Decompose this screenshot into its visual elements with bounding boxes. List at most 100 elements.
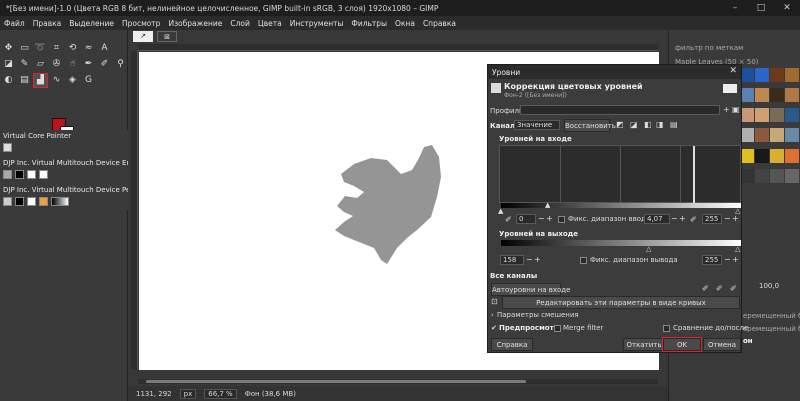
- brush-thumb[interactable]: [770, 68, 784, 82]
- brush-thumb[interactable]: [755, 108, 769, 123]
- menu-image[interactable]: Изображение: [168, 19, 222, 28]
- unified-transform-tool-icon[interactable]: ⟲: [66, 42, 79, 55]
- menu-view[interactable]: Просмотр: [122, 19, 161, 28]
- blending-options-expander[interactable]: Параметры смешения: [497, 311, 579, 319]
- input-low-decrement[interactable]: −: [538, 214, 545, 223]
- linear-histogram-icon[interactable]: ◩: [616, 120, 624, 129]
- brush-thumb[interactable]: [785, 168, 799, 183]
- dialog-close-icon[interactable]: ✕: [729, 66, 737, 76]
- output-low-slider[interactable]: △: [646, 245, 651, 253]
- channel-select[interactable]: Значение: [514, 120, 560, 130]
- output-high-increment[interactable]: +: [732, 255, 739, 264]
- brush-thumb[interactable]: [755, 148, 769, 163]
- input-low-field[interactable]: 0: [516, 214, 536, 224]
- blending-expander-icon[interactable]: ›: [491, 311, 494, 319]
- brush-thumb[interactable]: [755, 168, 769, 183]
- gamma-increment[interactable]: +: [679, 214, 686, 223]
- edit-as-curves-button[interactable]: Редактировать эти параметры в виде кривы…: [502, 296, 740, 309]
- image-tab-2[interactable]: ⊠: [157, 31, 177, 42]
- histogram-view-icon[interactable]: ▤: [670, 120, 678, 129]
- brush-thumb[interactable]: [755, 88, 769, 103]
- threshold-icon[interactable]: ▤: [18, 74, 31, 87]
- brush-thumb[interactable]: [785, 108, 799, 123]
- preview-checkbox[interactable]: ✔: [491, 324, 497, 332]
- brush-thumb[interactable]: [740, 88, 754, 103]
- maximize-button[interactable]: □: [748, 3, 774, 13]
- layer-row-3[interactable]: он: [743, 337, 753, 345]
- brush-thumb[interactable]: [785, 88, 799, 103]
- horizontal-scrollbar[interactable]: [138, 379, 658, 384]
- warp-tool-icon[interactable]: ≈: [82, 42, 95, 55]
- menu-colors[interactable]: Цвета: [258, 19, 282, 28]
- brush-thumb[interactable]: [785, 148, 799, 163]
- merge-filter-checkbox[interactable]: [554, 325, 561, 332]
- brush-thumb[interactable]: [755, 68, 769, 82]
- layer-row-2[interactable]: еремещенный бу: [743, 325, 800, 333]
- curves-tool-icon[interactable]: ∿: [50, 74, 63, 87]
- paths-tool-icon[interactable]: ✒: [82, 58, 95, 71]
- zoom-select[interactable]: 66,7 %: [204, 388, 237, 399]
- pick-black-icon[interactable]: ✐: [702, 284, 709, 293]
- image-tab-1[interactable]: ↗: [133, 31, 153, 42]
- output-low-increment[interactable]: +: [534, 255, 541, 264]
- hue-saturation-icon[interactable]: ◈: [66, 74, 79, 87]
- unit-select[interactable]: px: [179, 388, 197, 399]
- rect-select-tool-icon[interactable]: ▭: [18, 42, 31, 55]
- reset-button[interactable]: Откатить: [623, 338, 665, 351]
- picker-black-icon[interactable]: ◧: [644, 120, 652, 129]
- brush-thumb[interactable]: [740, 108, 754, 123]
- clone-tool-icon[interactable]: ✇: [50, 58, 63, 71]
- clamp-output-checkbox[interactable]: [580, 257, 587, 264]
- menu-tools[interactable]: Инструменты: [290, 19, 344, 28]
- auto-input-button[interactable]: Автоуровни на входе: [491, 283, 570, 296]
- add-preset-icon[interactable]: +: [723, 105, 730, 114]
- brush-thumb[interactable]: [770, 88, 784, 103]
- input-high-increment[interactable]: +: [732, 214, 739, 223]
- brush-thumb[interactable]: [740, 148, 754, 163]
- menu-layer[interactable]: Слой: [230, 19, 250, 28]
- scrollbar-thumb[interactable]: [146, 380, 526, 383]
- eraser-tool-icon[interactable]: ▱: [34, 58, 47, 71]
- minimize-button[interactable]: –: [722, 3, 748, 13]
- menu-edit[interactable]: Правка: [33, 19, 62, 28]
- lasso-tool-icon[interactable]: ➰: [34, 42, 47, 55]
- output-low-field[interactable]: 158: [500, 255, 524, 265]
- cancel-button[interactable]: Отмена: [703, 338, 741, 351]
- menu-filters[interactable]: Фильтры: [351, 19, 387, 28]
- reset-channel-button[interactable]: Восстановить: [564, 119, 616, 132]
- bucket-fill-tool-icon[interactable]: ◪: [2, 58, 15, 71]
- split-view-checkbox[interactable]: [663, 325, 670, 332]
- layer-row-1[interactable]: еремещенный бу: [743, 312, 800, 320]
- close-button[interactable]: ✕: [774, 3, 800, 13]
- output-high-decrement[interactable]: −: [724, 255, 731, 264]
- output-low-decrement[interactable]: −: [526, 255, 533, 264]
- text-tool-icon[interactable]: A: [98, 42, 111, 55]
- input-low-increment[interactable]: +: [546, 214, 553, 223]
- menu-select[interactable]: Выделение: [69, 19, 114, 28]
- picker-gray-icon[interactable]: ◨: [656, 120, 664, 129]
- brush-thumb[interactable]: [740, 128, 754, 143]
- brush-thumb[interactable]: [770, 148, 784, 163]
- pick-white-icon[interactable]: ✐: [730, 284, 737, 293]
- color-balance-icon[interactable]: ◐: [2, 74, 15, 87]
- brush-thumb[interactable]: [740, 68, 754, 82]
- brush-thumb[interactable]: [740, 168, 754, 183]
- output-high-slider[interactable]: △: [735, 245, 740, 253]
- clamp-input-checkbox[interactable]: [558, 216, 565, 223]
- brush-thumb[interactable]: [785, 128, 799, 143]
- input-high-picker-icon[interactable]: ✐: [690, 215, 697, 224]
- brush-thumb[interactable]: [770, 168, 784, 183]
- paintbrush-tool-icon[interactable]: ✎: [18, 58, 31, 71]
- zoom-tool-icon[interactable]: ⚲: [114, 58, 127, 71]
- tag-filter-input[interactable]: фильтр по меткам: [675, 44, 743, 52]
- brush-thumb[interactable]: [785, 68, 799, 82]
- menu-windows[interactable]: Окна: [395, 19, 415, 28]
- brush-thumb[interactable]: [770, 108, 784, 123]
- log-histogram-icon[interactable]: ◪: [630, 120, 638, 129]
- gamma-slider[interactable]: ▲: [545, 201, 550, 209]
- gamma-decrement[interactable]: −: [671, 214, 678, 223]
- gegl-icon[interactable]: G: [82, 74, 95, 87]
- color-picker-tool-icon[interactable]: ✐: [98, 58, 111, 71]
- opacity-field[interactable]: 100,0: [759, 282, 779, 290]
- ok-button[interactable]: OK: [662, 337, 702, 352]
